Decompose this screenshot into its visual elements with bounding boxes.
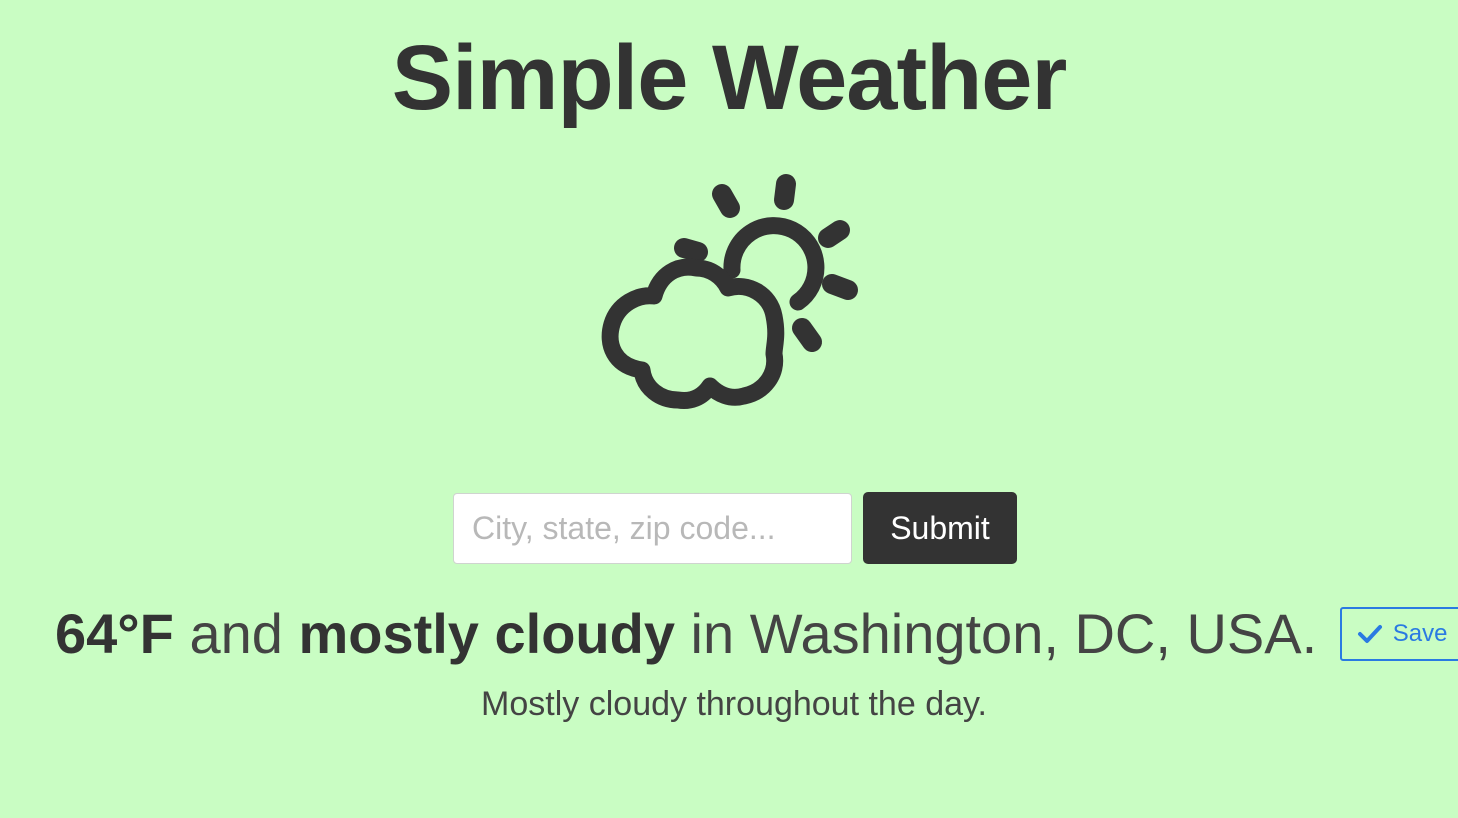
page-title: Simple Weather: [391, 27, 1068, 129]
summary-connector-in: in: [674, 602, 750, 665]
weather-summary-row: 64°F and mostly cloudy in Washington, DC…: [55, 600, 1458, 667]
location-value: Washington, DC, USA.: [749, 602, 1318, 665]
save-button-label: Save: [1392, 619, 1448, 647]
temperature-value: 64°F: [55, 602, 174, 665]
condition-value: mostly cloudy: [298, 602, 675, 665]
search-form: Submit: [453, 492, 1017, 564]
checkmark-icon: [1357, 624, 1382, 643]
partly-cloudy-icon: [601, 174, 858, 409]
location-search-input[interactable]: [453, 492, 852, 564]
submit-button[interactable]: Submit: [863, 492, 1017, 564]
summary-connector-and: and: [173, 602, 299, 665]
save-button[interactable]: Save: [1340, 606, 1458, 661]
weather-summary: 64°F and mostly cloudy in Washington, DC…: [55, 600, 1317, 667]
weather-description: Mostly cloudy throughout the day.: [481, 685, 987, 723]
